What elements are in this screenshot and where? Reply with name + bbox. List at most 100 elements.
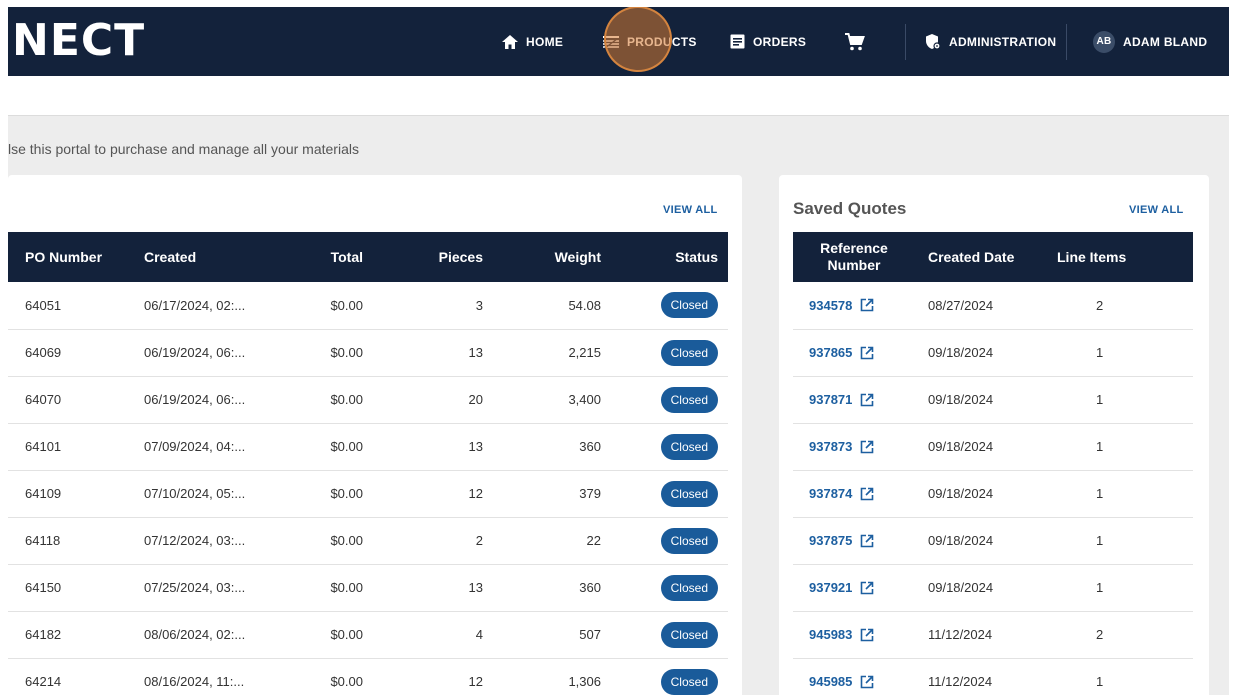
products-icon xyxy=(603,35,619,48)
quotes-view-all-link[interactable]: VIEW ALL xyxy=(1129,204,1184,216)
created-cell: 07/09/2024, 04:... xyxy=(130,423,288,471)
saved-quotes-table: Reference Number Created Date Line Items… xyxy=(793,232,1193,695)
col-header-reference-number[interactable]: Reference Number xyxy=(793,232,915,282)
nav-cart[interactable] xyxy=(845,7,873,76)
created-date-cell: 09/18/2024 xyxy=(915,423,1045,471)
quote-reference-link[interactable]: 934578 xyxy=(809,298,874,313)
open-external-icon xyxy=(861,440,874,453)
nav-administration[interactable]: ADMINISTRATION xyxy=(925,7,1056,76)
created-date-cell: 09/18/2024 xyxy=(915,517,1045,565)
col-header-created-date[interactable]: Created Date xyxy=(915,232,1045,282)
orders-table: PO Number Created Total Pieces Weight St… xyxy=(8,232,728,695)
nav-home-label: HOME xyxy=(526,34,564,49)
created-cell: 06/19/2024, 06:... xyxy=(130,376,288,424)
table-row[interactable]: 64214 08/16/2024, 11:... $0.00 12 1,306 Close… xyxy=(8,658,728,695)
po-number-cell: 64101 xyxy=(8,423,130,471)
quote-reference-text: 937871 xyxy=(809,392,853,407)
col-header-status[interactable]: Status xyxy=(601,232,728,282)
quote-reference-link[interactable]: 937871 xyxy=(809,392,874,407)
weight-cell: 507 xyxy=(483,611,601,659)
quote-reference-text: 937865 xyxy=(809,345,853,360)
quote-reference-link[interactable]: 945983 xyxy=(809,627,874,642)
nav-orders[interactable]: ORDERS xyxy=(730,7,806,76)
pieces-cell: 13 xyxy=(363,423,483,471)
total-cell: $0.00 xyxy=(288,658,363,695)
status-cell: Closed xyxy=(601,282,728,330)
open-external-icon xyxy=(861,346,874,359)
reference-number-cell: 937921 xyxy=(793,564,915,612)
weight-cell: 360 xyxy=(483,564,601,612)
orders-view-all-link[interactable]: VIEW ALL xyxy=(663,204,718,216)
pieces-cell: 20 xyxy=(363,376,483,424)
table-row[interactable]: 64101 07/09/2024, 04:... $0.00 13 360 Closed xyxy=(8,423,728,471)
table-row: 937921 09/18/2024 1 xyxy=(793,564,1193,612)
table-row: 937874 09/18/2024 1 xyxy=(793,470,1193,518)
open-external-icon xyxy=(861,393,874,406)
table-row: 937873 09/18/2024 1 xyxy=(793,423,1193,471)
total-cell: $0.00 xyxy=(288,282,363,330)
po-number-cell: 64182 xyxy=(8,611,130,659)
status-badge: Closed xyxy=(660,621,718,648)
created-cell: 08/16/2024, 11:... xyxy=(130,658,288,695)
created-date-cell: 09/18/2024 xyxy=(915,329,1045,377)
admin-shield-icon xyxy=(926,33,941,50)
status-badge: Closed xyxy=(660,480,718,507)
quote-reference-link[interactable]: 937874 xyxy=(809,486,874,501)
table-row[interactable]: 64069 06/19/2024, 06:... $0.00 13 2,215 Close… xyxy=(8,329,728,377)
weight-cell: 22 xyxy=(483,517,601,565)
pieces-cell: 2 xyxy=(363,517,483,565)
table-row: 937871 09/18/2024 1 xyxy=(793,376,1193,424)
avatar: AB xyxy=(1093,30,1115,53)
col-header-po-number[interactable]: PO Number xyxy=(8,232,130,282)
nav-products[interactable]: PRODUCTS xyxy=(603,7,697,76)
cart-icon xyxy=(845,32,865,50)
po-number-cell: 64051 xyxy=(8,282,130,330)
nav-home[interactable]: HOME xyxy=(502,7,563,76)
table-row[interactable]: 64051 06/17/2024, 02:... $0.00 3 54.08 Closed xyxy=(8,282,728,330)
brand-logo[interactable]: NECT xyxy=(12,19,145,63)
table-row[interactable]: 64150 07/25/2024, 03:... $0.00 13 360 Closed xyxy=(8,564,728,612)
table-row[interactable]: 64109 07/10/2024, 05:... $0.00 12 379 Closed xyxy=(8,470,728,518)
status-badge: Closed xyxy=(660,574,718,601)
status-cell: Closed xyxy=(601,329,728,377)
reference-number-cell: 937874 xyxy=(793,470,915,518)
quote-reference-link[interactable]: 937873 xyxy=(809,439,874,454)
quote-reference-link[interactable]: 937875 xyxy=(809,533,874,548)
created-cell: 06/19/2024, 06:... xyxy=(130,329,288,377)
open-external-icon xyxy=(861,675,874,688)
window-frame-top xyxy=(0,0,1234,7)
status-cell: Closed xyxy=(601,564,728,612)
col-header-created[interactable]: Created xyxy=(130,232,288,282)
nav-user-menu[interactable]: AB ADAM BLAND xyxy=(1093,7,1207,76)
created-cell: 07/10/2024, 05:... xyxy=(130,470,288,518)
col-header-line-items[interactable]: Line Items xyxy=(1045,232,1193,282)
pieces-cell: 13 xyxy=(363,564,483,612)
pieces-cell: 4 xyxy=(363,611,483,659)
weight-cell: 360 xyxy=(483,423,601,471)
status-cell: Closed xyxy=(601,658,728,695)
quote-reference-link[interactable]: 937921 xyxy=(809,580,874,595)
po-number-cell: 64069 xyxy=(8,329,130,377)
quote-reference-link[interactable]: 945985 xyxy=(809,674,874,689)
reference-number-cell: 937873 xyxy=(793,423,915,471)
col-header-weight[interactable]: Weight xyxy=(483,232,601,282)
col-header-total[interactable]: Total xyxy=(288,232,363,282)
sub-header-bar xyxy=(8,76,1230,116)
table-row[interactable]: 64118 07/12/2024, 03:... $0.00 2 22 Closed xyxy=(8,517,728,565)
total-cell: $0.00 xyxy=(288,470,363,518)
open-external-icon xyxy=(861,298,874,312)
col-header-pieces[interactable]: Pieces xyxy=(363,232,483,282)
table-row[interactable]: 64182 08/06/2024, 02:... $0.00 4 507 Closed xyxy=(8,611,728,659)
table-row: 945985 11/12/2024 1 xyxy=(793,658,1193,695)
reference-number-cell: 937875 xyxy=(793,517,915,565)
quote-reference-link[interactable]: 937865 xyxy=(809,345,874,360)
status-badge: Closed xyxy=(660,292,718,319)
status-cell: Closed xyxy=(601,376,728,424)
weight-cell: 1,306 xyxy=(483,658,601,695)
quotes-header-row: Reference Number Created Date Line Items xyxy=(793,232,1193,282)
line-items-cell: 1 xyxy=(1045,376,1193,424)
intro-text: lse this portal to purchase and manage a… xyxy=(8,141,359,157)
created-cell: 08/06/2024, 02:... xyxy=(130,611,288,659)
table-row[interactable]: 64070 06/19/2024, 06:... $0.00 20 3,400 Close… xyxy=(8,376,728,424)
total-cell: $0.00 xyxy=(288,376,363,424)
